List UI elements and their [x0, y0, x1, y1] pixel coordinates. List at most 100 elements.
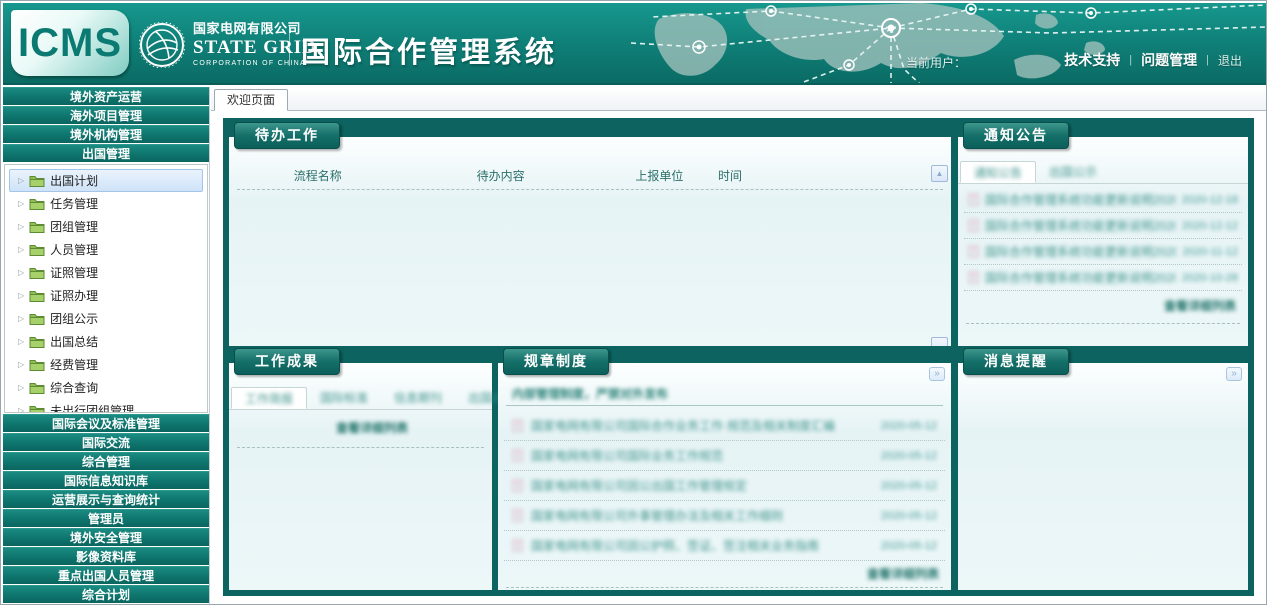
- regulation-list-item[interactable]: 国家电网有限公司国际业务工作规范 2020-05-12: [504, 441, 945, 471]
- tree-item[interactable]: ▷ 综合查询: [9, 376, 203, 399]
- achievements-tab[interactable]: 工作简报: [231, 387, 307, 409]
- sidebar-section[interactable]: 综合管理: [3, 452, 209, 470]
- expand-arrow-icon[interactable]: ▷: [18, 291, 24, 300]
- org-name-block: 国家电网有限公司 STATE GRID CORPORATION OF CHINA: [193, 22, 317, 68]
- achievements-tab[interactable]: 信息期刊: [381, 387, 455, 409]
- sidebar-section[interactable]: 境外机构管理: [3, 125, 209, 143]
- regulation-item-text: 国家电网有限公司因公出国工作管理规定: [531, 477, 873, 494]
- sidebar-section[interactable]: 海外项目管理: [3, 106, 209, 124]
- header-links: 技术支持 | 问题管理 | 退出: [1064, 50, 1242, 70]
- document-icon: [968, 219, 979, 232]
- sidebar-section[interactable]: 运营展示与查询统计: [3, 490, 209, 508]
- document-icon: [968, 271, 979, 284]
- sidebar-section-label: 境外资产运营: [70, 90, 142, 104]
- regulation-list-item[interactable]: 国家电网有限公司因公护照、签证、签注相关业务指南 2020-05-12: [504, 531, 945, 561]
- expand-arrow-icon[interactable]: ▷: [18, 245, 24, 254]
- tree-item-label: 团组管理: [50, 218, 98, 235]
- sidebar-section[interactable]: 重点出国人员管理: [3, 566, 209, 584]
- achievements-separator: [237, 447, 484, 448]
- achievements-more-link[interactable]: 查看详细列表: [336, 419, 408, 436]
- org-sub-en: CORPORATION OF CHINA: [193, 60, 317, 68]
- world-map-icon: [621, 3, 1266, 85]
- regulations-header-separator: [506, 405, 943, 406]
- notice-list-item[interactable]: 国际合作管理系统功能更新说明20201028 2020-10-28: [964, 265, 1242, 291]
- tab-welcome[interactable]: 欢迎页面: [214, 89, 288, 111]
- notice-list-item[interactable]: 国际合作管理系统功能更新说明20201212 2020-12-12: [964, 213, 1242, 239]
- sidebar-section[interactable]: 境外资产运营: [3, 87, 209, 105]
- scroll-down-icon[interactable]: [931, 337, 948, 346]
- sidebar-section[interactable]: 综合计划: [3, 585, 209, 603]
- tree-item[interactable]: ▷ 出国总结: [9, 330, 203, 353]
- expand-arrow-icon[interactable]: ▷: [18, 360, 24, 369]
- expand-arrow-icon[interactable]: ▷: [18, 268, 24, 277]
- main-area: 欢迎页面 待办工作 流程名称 待办内容 上报单位 时间: [211, 87, 1266, 604]
- tree-item[interactable]: ▷ 出国计划: [9, 169, 203, 192]
- tree-item[interactable]: ▷ 未出行团组管理: [9, 399, 203, 413]
- notice-item-date: 2020-12-18: [1182, 194, 1238, 206]
- panel-todo: 待办工作 流程名称 待办内容 上报单位 时间 ▲: [229, 125, 951, 346]
- tree-item[interactable]: ▷ 团组公示: [9, 307, 203, 330]
- header-divider: [289, 26, 290, 66]
- tree-item[interactable]: ▷ 人员管理: [9, 238, 203, 261]
- panel-todo-content: 流程名称 待办内容 上报单位 时间 ▲: [229, 137, 951, 346]
- notice-list-item[interactable]: 国际合作管理系统功能更新说明20201218 2020-12-18: [964, 187, 1242, 213]
- regulation-list-item[interactable]: 国家电网有限公司国际合作业务工作·规范及相关制度汇编 2020-05-12: [504, 411, 945, 441]
- expand-arrow-icon[interactable]: ▷: [18, 199, 24, 208]
- folder-icon: [29, 220, 45, 233]
- sidebar-section[interactable]: 管理员: [3, 509, 209, 527]
- panel-todo-title: 待办工作: [234, 122, 340, 149]
- notices-tab[interactable]: 通知公告: [960, 161, 1036, 183]
- tree-item-label: 团组公示: [50, 310, 98, 327]
- panel-regulations-title: 规章制度: [503, 348, 609, 375]
- notices-more-link[interactable]: 查看详细列表: [1164, 297, 1236, 314]
- tree-item[interactable]: ▷ 任务管理: [9, 192, 203, 215]
- folder-icon: [29, 197, 45, 210]
- sidebar-top-sections: 境外资产运营 海外项目管理 境外机构管理 出国管理: [3, 87, 209, 162]
- notices-tabs: 通知公告 出国公示: [958, 161, 1248, 184]
- tree-item[interactable]: ▷ 证照管理: [9, 261, 203, 284]
- expand-arrow-icon[interactable]: ▷: [18, 222, 24, 231]
- tree-item-label: 任务管理: [50, 195, 98, 212]
- expand-arrow-icon[interactable]: ▷: [18, 406, 24, 413]
- todo-header-separator: [237, 189, 943, 190]
- sidebar-section[interactable]: 出国管理: [3, 144, 209, 162]
- sidebar-section[interactable]: 境外安全管理: [3, 528, 209, 546]
- expand-panel-icon[interactable]: »: [1226, 367, 1242, 381]
- tree-item[interactable]: ▷ 团组管理: [9, 215, 203, 238]
- sidebar: 境外资产运营 海外项目管理 境外机构管理 出国管理 ▷: [3, 87, 210, 604]
- sidebar-section[interactable]: 国际交流: [3, 433, 209, 451]
- regulation-list-item[interactable]: 国家电网有限公司外事管理办法及相关工作细则 2020-05-12: [504, 501, 945, 531]
- tree-item-label: 出国总结: [50, 333, 98, 350]
- expand-arrow-icon[interactable]: ▷: [18, 176, 24, 185]
- folder-icon: [29, 174, 45, 187]
- tech-support-link[interactable]: 技术支持: [1064, 50, 1120, 70]
- tree-item[interactable]: ▷ 经费管理: [9, 353, 203, 376]
- sidebar-section[interactable]: 国际会议及标准管理: [3, 414, 209, 432]
- notice-list-item[interactable]: 国际合作管理系统功能更新说明20201112 2020-11-12: [964, 239, 1242, 265]
- sidebar-section-label: 重点出国人员管理: [58, 569, 154, 583]
- expand-arrow-icon[interactable]: ▷: [18, 337, 24, 346]
- todo-column-header: 待办内容: [401, 167, 601, 184]
- sidebar-section-label: 国际交流: [82, 436, 130, 450]
- document-icon: [512, 479, 523, 492]
- sidebar-section[interactable]: 影像资料库: [3, 547, 209, 565]
- sidebar-section[interactable]: 国际信息知识库: [3, 471, 209, 489]
- tree-item[interactable]: ▷ 证照办理: [9, 284, 203, 307]
- system-title: 国际合作管理系统: [301, 29, 557, 71]
- current-user-label: 当前用户：: [906, 54, 966, 71]
- achievements-tab[interactable]: 国际标准: [307, 387, 381, 409]
- sidebar-tree: ▷ 出国计划 ▷ 任务管理: [4, 164, 208, 413]
- regulations-list: 国家电网有限公司国际合作业务工作·规范及相关制度汇编 2020-05-12: [504, 411, 945, 561]
- expand-arrow-icon[interactable]: ▷: [18, 314, 24, 323]
- expand-panel-icon[interactable]: »: [929, 367, 945, 381]
- notices-tab[interactable]: 出国公示: [1036, 161, 1110, 183]
- regulation-list-item[interactable]: 国家电网有限公司因公出国工作管理规定 2020-05-12: [504, 471, 945, 501]
- logout-link[interactable]: 退出: [1218, 52, 1242, 69]
- achievements-tab-label: 国际标准: [320, 391, 368, 405]
- app-header: ICMS 国家电网有限公司 STATE GRID CORPORATION OF …: [3, 3, 1266, 85]
- document-icon: [512, 509, 523, 522]
- issue-management-link[interactable]: 问题管理: [1141, 50, 1197, 70]
- expand-arrow-icon[interactable]: ▷: [18, 383, 24, 392]
- scroll-up-icon[interactable]: ▲: [931, 165, 948, 182]
- regulations-more-link[interactable]: 查看详细列表: [867, 565, 939, 582]
